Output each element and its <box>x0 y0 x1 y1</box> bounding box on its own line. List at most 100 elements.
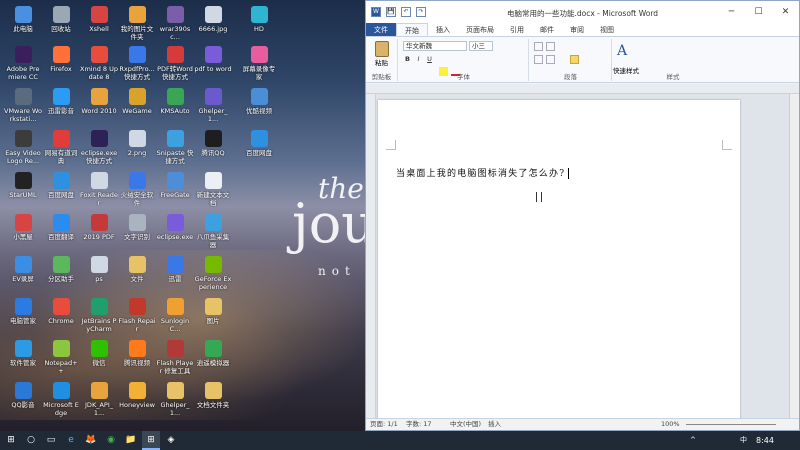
desktop-icon[interactable]: pdf to word <box>194 46 232 73</box>
tray-chevron-icon[interactable]: ^ <box>690 431 696 450</box>
desktop-icon[interactable]: WeGame <box>118 88 156 115</box>
align-left-icon[interactable] <box>534 55 543 64</box>
minimize-button[interactable]: ─ <box>718 1 745 23</box>
desktop-icon[interactable]: KMSAuto <box>156 88 194 115</box>
desktop-icon[interactable]: 屏幕录像专家 <box>240 46 278 81</box>
tab-view[interactable]: 视图 <box>592 23 622 36</box>
tray-clock[interactable]: 8:44 <box>756 431 774 450</box>
desktop-icon[interactable]: 文件 <box>118 256 156 283</box>
desktop-icon[interactable]: Xmind 8 Update 8 <box>80 46 118 81</box>
desktop-icon[interactable]: Flash Repair <box>118 298 156 333</box>
justify-icon[interactable] <box>570 55 579 64</box>
desktop-icon[interactable]: 新建文本文档 <box>194 172 232 207</box>
tab-page-layout[interactable]: 页面布局 <box>458 23 502 36</box>
desktop-icon[interactable]: Flash Player 修复工具 <box>156 340 194 375</box>
desktop-icon[interactable]: JetBrains PyCharm <box>80 298 118 333</box>
desktop-icon[interactable]: 百度网盘 <box>42 172 80 199</box>
desktop-icon[interactable]: 迅雷 <box>156 256 194 283</box>
tab-insert[interactable]: 插入 <box>428 23 458 36</box>
desktop-icon[interactable]: 分区助手 <box>42 256 80 283</box>
desktop-icon[interactable]: Honeyview <box>118 382 156 409</box>
desktop-icon[interactable]: 我的图片文件夹 <box>118 6 156 41</box>
taskbar-explorer-icon[interactable]: 📁 <box>122 431 140 450</box>
maximize-button[interactable]: ☐ <box>745 1 772 23</box>
desktop-icon[interactable]: 八爪鱼采集器 <box>194 214 232 249</box>
bullets-icon[interactable] <box>534 42 543 51</box>
desktop-icon[interactable]: Microsoft Edge <box>42 382 80 417</box>
desktop-icon[interactable]: Chrome <box>42 298 80 325</box>
numbering-icon[interactable] <box>546 42 555 51</box>
desktop-icon[interactable]: 网易有道词典 <box>42 130 80 165</box>
tab-references[interactable]: 引用 <box>502 23 532 36</box>
desktop-icon[interactable]: HD <box>240 6 278 33</box>
paste-icon[interactable] <box>374 41 389 57</box>
status-language[interactable]: 中文(中国) <box>450 419 481 430</box>
vertical-scrollbar[interactable] <box>789 94 799 418</box>
desktop-icon[interactable]: FreeGate <box>156 172 194 199</box>
tab-home[interactable]: 开始 <box>396 23 428 36</box>
taskbar-app-icon[interactable]: ◈ <box>162 431 180 450</box>
search-icon[interactable]: ○ <box>22 431 40 450</box>
desktop-icon[interactable]: Foxit Reader <box>80 172 118 207</box>
horizontal-ruler[interactable] <box>366 84 799 94</box>
italic-button[interactable]: I <box>414 55 423 64</box>
desktop-icon[interactable]: 2019 PDF <box>80 214 118 241</box>
desktop-icon[interactable]: 电脑管家 <box>4 298 42 325</box>
font-name-combo[interactable]: 华文新魏 <box>403 41 467 51</box>
desktop-icon[interactable]: 火绒安全软件 <box>118 172 156 207</box>
start-button[interactable]: ⊞ <box>2 431 20 450</box>
quick-styles-icon[interactable]: A <box>617 43 627 59</box>
desktop-icon[interactable]: ps <box>80 256 118 283</box>
desktop-icon[interactable]: 腾讯视频 <box>118 340 156 367</box>
desktop-icon[interactable]: Firefox <box>42 46 80 73</box>
desktop-icon[interactable]: 文档文件夹 <box>194 382 232 409</box>
desktop-icon[interactable]: 优酷视频 <box>240 88 278 115</box>
desktop-icon[interactable]: VMware Workstati... <box>4 88 42 123</box>
desktop-icon[interactable]: 微信 <box>80 340 118 367</box>
desktop-icon[interactable]: EV录屏 <box>4 256 42 283</box>
tab-review[interactable]: 审阅 <box>562 23 592 36</box>
taskbar-firefox-icon[interactable]: 🦊 <box>82 431 100 450</box>
document-line[interactable]: 当桌面上我的电脑图标消失了怎么办? <box>396 169 565 179</box>
desktop-icon[interactable]: RxpdfPro...快捷方式 <box>118 46 156 81</box>
tray-ime-indicator[interactable]: 中 <box>740 431 747 450</box>
desktop-icon[interactable]: Notepad++ <box>42 340 80 375</box>
desktop-icon[interactable]: 此电脑 <box>4 6 42 33</box>
desktop-icon[interactable]: Ghelper_1... <box>194 88 232 123</box>
desktop-icon[interactable]: 迅雷影音 <box>42 88 80 115</box>
taskbar-ie-icon[interactable]: e <box>62 431 80 450</box>
desktop-icon[interactable]: 图片 <box>194 298 232 325</box>
desktop-icon[interactable]: 百度网盘 <box>240 130 278 157</box>
document-page[interactable]: 当桌面上我的电脑图标消失了怎么办? <box>378 100 740 420</box>
desktop-icon[interactable]: Adobe Premiere CC <box>4 46 42 81</box>
desktop-icon[interactable]: 腾讯QQ <box>194 130 232 157</box>
tab-mailings[interactable]: 邮件 <box>532 23 562 36</box>
status-insert-mode[interactable]: 插入 <box>488 419 501 430</box>
desktop-icon[interactable]: 2.png <box>118 130 156 157</box>
desktop-icon[interactable]: 小黑屋 <box>4 214 42 241</box>
desktop-icon[interactable]: StarUML <box>4 172 42 199</box>
align-center-icon[interactable] <box>546 55 555 64</box>
paste-button[interactable]: 粘贴 <box>366 57 397 67</box>
status-page[interactable]: 页面: 1/1 <box>370 419 398 430</box>
desktop-icon[interactable]: 百度翻译 <box>42 214 80 241</box>
bold-button[interactable]: B <box>403 55 412 64</box>
desktop-icon[interactable]: 文字识别 <box>118 214 156 241</box>
document-area[interactable]: 当桌面上我的电脑图标消失了怎么办? <box>376 94 789 420</box>
desktop-icon[interactable]: eclipse.exe <box>156 214 194 241</box>
zoom-slider[interactable] <box>686 424 776 425</box>
task-view-icon[interactable]: ▭ <box>42 431 60 450</box>
desktop-icon[interactable]: eclipse.exe 快捷方式 <box>80 130 118 165</box>
desktop-icon[interactable]: Easy Video Logo Re... <box>4 130 42 165</box>
vertical-ruler[interactable] <box>366 94 376 418</box>
desktop-icon[interactable]: Word 2010 <box>80 88 118 115</box>
close-button[interactable]: ✕ <box>772 1 799 23</box>
desktop-icon[interactable]: 软件管家 <box>4 340 42 367</box>
desktop-icon[interactable]: 逍遥模拟器 <box>194 340 232 367</box>
desktop-icon[interactable]: Snipaste 快捷方式 <box>156 130 194 165</box>
status-zoom[interactable]: 100% <box>661 419 680 430</box>
desktop-icon[interactable]: 回收站 <box>42 6 80 33</box>
desktop-icon[interactable]: JDK_API_1... <box>80 382 118 417</box>
document-text[interactable]: 当桌面上我的电脑图标消失了怎么办? <box>396 166 570 179</box>
status-word-count[interactable]: 字数: 17 <box>406 419 432 430</box>
